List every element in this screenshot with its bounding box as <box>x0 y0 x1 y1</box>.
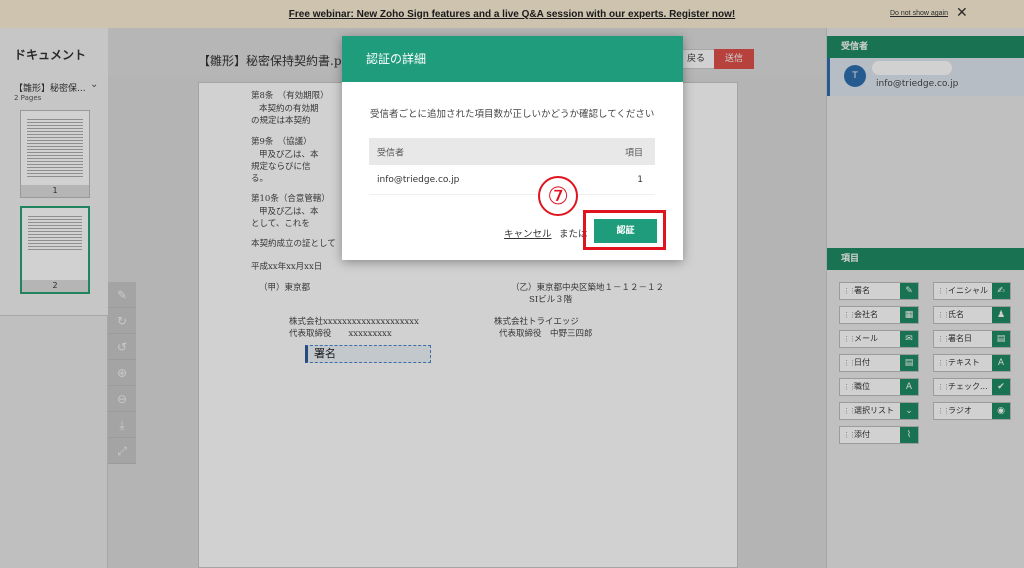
table-header: 受信者 項目 <box>369 138 655 165</box>
column-fields: 項目 <box>624 148 643 158</box>
row-recipient: info@triedge.co.jp <box>377 174 460 185</box>
dialog-message: 受信者ごとに追加された項目数が正しいかどうか確認してください <box>370 109 655 120</box>
row-field-count: 1 <box>637 174 643 185</box>
cancel-button[interactable]: キャンセル <box>504 226 552 240</box>
table-row: info@triedge.co.jp 1 <box>369 165 655 195</box>
column-recipient: 受信者 <box>377 148 405 158</box>
dialog-title: 認証の詳細 <box>342 36 683 82</box>
step-number-annotation: ⑦ <box>538 176 578 216</box>
field-count-table: 受信者 項目 info@triedge.co.jp 1 <box>369 138 655 195</box>
verify-button-highlight <box>583 210 666 250</box>
modal-backdrop: 認証の詳細 受信者ごとに追加された項目数が正しいかどうか確認してください 受信者… <box>0 0 1024 568</box>
